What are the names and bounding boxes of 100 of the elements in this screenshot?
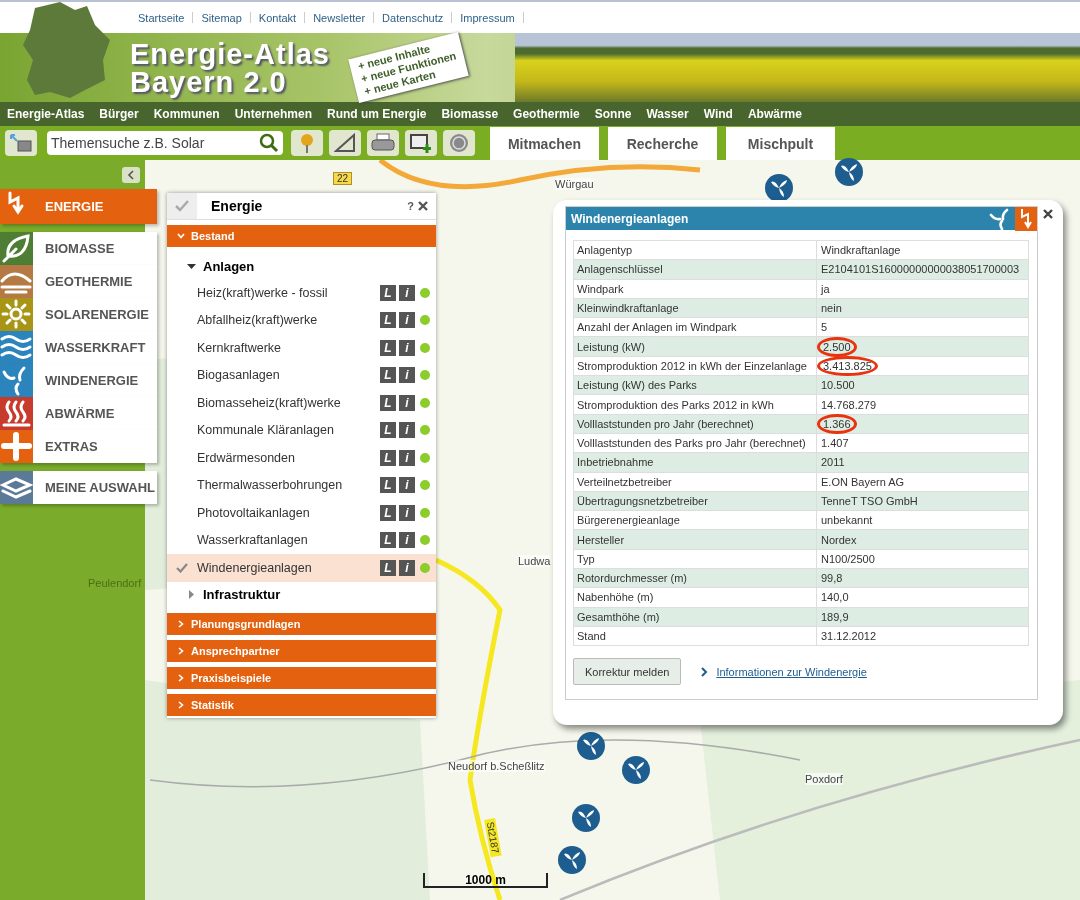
place-label: Würgau bbox=[555, 178, 594, 190]
attribute-value: 1.407 bbox=[820, 437, 850, 450]
legend-button[interactable]: L bbox=[380, 532, 396, 549]
add-window-button[interactable] bbox=[405, 130, 437, 156]
info-button[interactable]: i bbox=[399, 367, 415, 384]
attribute-value: 140,0 bbox=[820, 591, 850, 604]
legend-button[interactable]: L bbox=[380, 339, 396, 356]
attribute-label: Leistung (kW) bbox=[573, 337, 817, 357]
wind-turbine-marker-icon[interactable] bbox=[835, 158, 863, 186]
help-button[interactable]: ? bbox=[403, 200, 418, 212]
nav-link[interactable]: Sonne bbox=[589, 107, 637, 121]
category-item[interactable]: EXTRAS bbox=[0, 430, 157, 463]
info-button[interactable]: i bbox=[399, 504, 415, 521]
toolbar-tab[interactable]: Mitmachen bbox=[490, 127, 599, 160]
sun-icon bbox=[0, 298, 33, 331]
info-button[interactable]: i bbox=[399, 312, 415, 329]
nav-link[interactable]: Wasser bbox=[641, 107, 694, 121]
search-icon[interactable] bbox=[259, 133, 279, 153]
info-button[interactable]: i bbox=[399, 477, 415, 494]
wind-turbine-marker-icon[interactable] bbox=[558, 846, 586, 874]
layer-item[interactable]: Kernkraftwerke L i bbox=[167, 334, 436, 362]
toolbar-tab[interactable]: Mischpult bbox=[726, 127, 835, 160]
collapse-button[interactable] bbox=[5, 130, 37, 156]
plus-icon bbox=[0, 430, 33, 463]
chevron-icon bbox=[177, 232, 185, 240]
search-field[interactable]: Themensuche z.B. Solar bbox=[47, 131, 283, 155]
attribute-label: Stand bbox=[573, 626, 817, 646]
attribute-label: Volllaststunden des Parks pro Jahr (berechnet) bbox=[573, 433, 817, 453]
category-item[interactable]: BIOMASSE bbox=[0, 232, 157, 265]
top-link[interactable]: Kontakt bbox=[250, 11, 305, 24]
category-item[interactable]: SOLARENERGIE bbox=[0, 298, 157, 331]
nav-link[interactable]: Wind bbox=[698, 107, 738, 121]
category-item[interactable]: MEINE AUSWAHL bbox=[0, 471, 157, 504]
leaf-icon bbox=[0, 232, 33, 265]
layer-item[interactable]: Windenergieanlagen L i bbox=[167, 554, 436, 582]
legend-button[interactable]: L bbox=[380, 449, 396, 466]
top-link[interactable]: Sitemap bbox=[193, 11, 250, 24]
chevron-icon bbox=[177, 619, 185, 628]
layer-item[interactable]: Photovoltaikanlagen L i bbox=[167, 499, 436, 527]
top-link[interactable]: Newsletter bbox=[305, 11, 374, 24]
legend-button[interactable]: L bbox=[380, 394, 396, 411]
category-item[interactable]: WINDENERGIE bbox=[0, 364, 157, 397]
collapse-button[interactable] bbox=[122, 167, 140, 183]
layer-item[interactable]: Thermalwasserbohrungen L i bbox=[167, 471, 436, 499]
toolbar-tab[interactable]: Recherche bbox=[608, 127, 717, 160]
category-item[interactable]: ABWÄRME bbox=[0, 397, 157, 430]
group-toggle[interactable]: Infrastruktur bbox=[167, 581, 436, 608]
nav-link[interactable]: Abwärme bbox=[742, 107, 807, 121]
nav-link[interactable]: Biomasse bbox=[436, 107, 504, 121]
layer-item[interactable]: Biogasanlagen L i bbox=[167, 361, 436, 389]
wind-turbine-marker-icon[interactable] bbox=[572, 804, 600, 832]
chevron-icon bbox=[177, 673, 185, 682]
nav-link[interactable]: Kommunen bbox=[148, 107, 225, 121]
info-link[interactable]: Informationen zur Windenergie bbox=[716, 665, 867, 678]
legend-button[interactable]: L bbox=[380, 312, 396, 329]
group-toggle[interactable]: Anlagen bbox=[167, 253, 436, 279]
wind-turbine-marker-icon[interactable] bbox=[577, 732, 605, 760]
info-button[interactable]: i bbox=[399, 394, 415, 411]
info-button[interactable]: i bbox=[399, 449, 415, 466]
info-button[interactable]: i bbox=[399, 284, 415, 301]
top-link[interactable]: Impressum bbox=[452, 11, 523, 24]
wind-turbine-marker-icon[interactable] bbox=[765, 174, 793, 202]
wind-turbine-marker-icon[interactable] bbox=[622, 756, 650, 784]
attribute-label: Bürgerenergieanlage bbox=[573, 510, 817, 530]
legend-button[interactable]: L bbox=[380, 284, 396, 301]
legend-button[interactable]: L bbox=[380, 422, 396, 439]
info-button[interactable]: i bbox=[399, 559, 415, 576]
attribute-label: Stromproduktion des Parks 2012 in kWh bbox=[573, 394, 817, 415]
legend-button[interactable]: L bbox=[380, 367, 396, 384]
help-button[interactable] bbox=[443, 130, 475, 156]
report-correction-button[interactable]: Korrektur melden bbox=[573, 658, 682, 686]
info-button[interactable]: i bbox=[399, 532, 415, 549]
legend-button[interactable]: L bbox=[380, 477, 396, 494]
heat-icon bbox=[0, 397, 33, 430]
nav-link[interactable]: Energie-Atlas bbox=[2, 107, 90, 121]
info-button[interactable]: i bbox=[399, 422, 415, 439]
attribute-label: Windpark bbox=[573, 279, 817, 299]
nav-link[interactable]: Bürger bbox=[94, 107, 144, 121]
hills-icon bbox=[0, 265, 33, 298]
legend-button[interactable]: L bbox=[380, 559, 396, 576]
print-button[interactable] bbox=[367, 130, 399, 156]
attribute-value: 10.500 bbox=[820, 379, 856, 392]
close-icon[interactable] bbox=[418, 201, 428, 211]
top-link[interactable]: Startseite bbox=[130, 11, 193, 24]
close-icon[interactable] bbox=[1043, 209, 1053, 219]
legend-button[interactable]: L bbox=[380, 504, 396, 521]
layer-item[interactable]: Wasserkraftanlagen L i bbox=[167, 526, 436, 554]
category-item[interactable]: WASSERKRAFT bbox=[0, 331, 157, 364]
top-link[interactable]: Datenschutz bbox=[374, 11, 452, 24]
measure-button[interactable] bbox=[329, 130, 361, 156]
nav-link[interactable]: Unternehmen bbox=[229, 107, 318, 121]
layer-item[interactable]: Abfallheiz(kraft)werke L i bbox=[167, 306, 436, 334]
info-button[interactable]: i bbox=[399, 339, 415, 356]
category-item[interactable]: GEOTHERMIE bbox=[0, 265, 157, 298]
layer-item[interactable]: Biomasseheiz(kraft)werke L i bbox=[167, 389, 436, 417]
nav-link[interactable]: Rund um Energie bbox=[322, 107, 432, 121]
layer-item[interactable]: Heiz(kraft)werke - fossil L i bbox=[167, 279, 436, 307]
layer-item[interactable]: Kommunale Kläranlagen L i bbox=[167, 416, 436, 444]
nav-link[interactable]: Geothermie bbox=[508, 107, 585, 121]
layer-item[interactable]: Erdwärmesonden L i bbox=[167, 444, 436, 472]
